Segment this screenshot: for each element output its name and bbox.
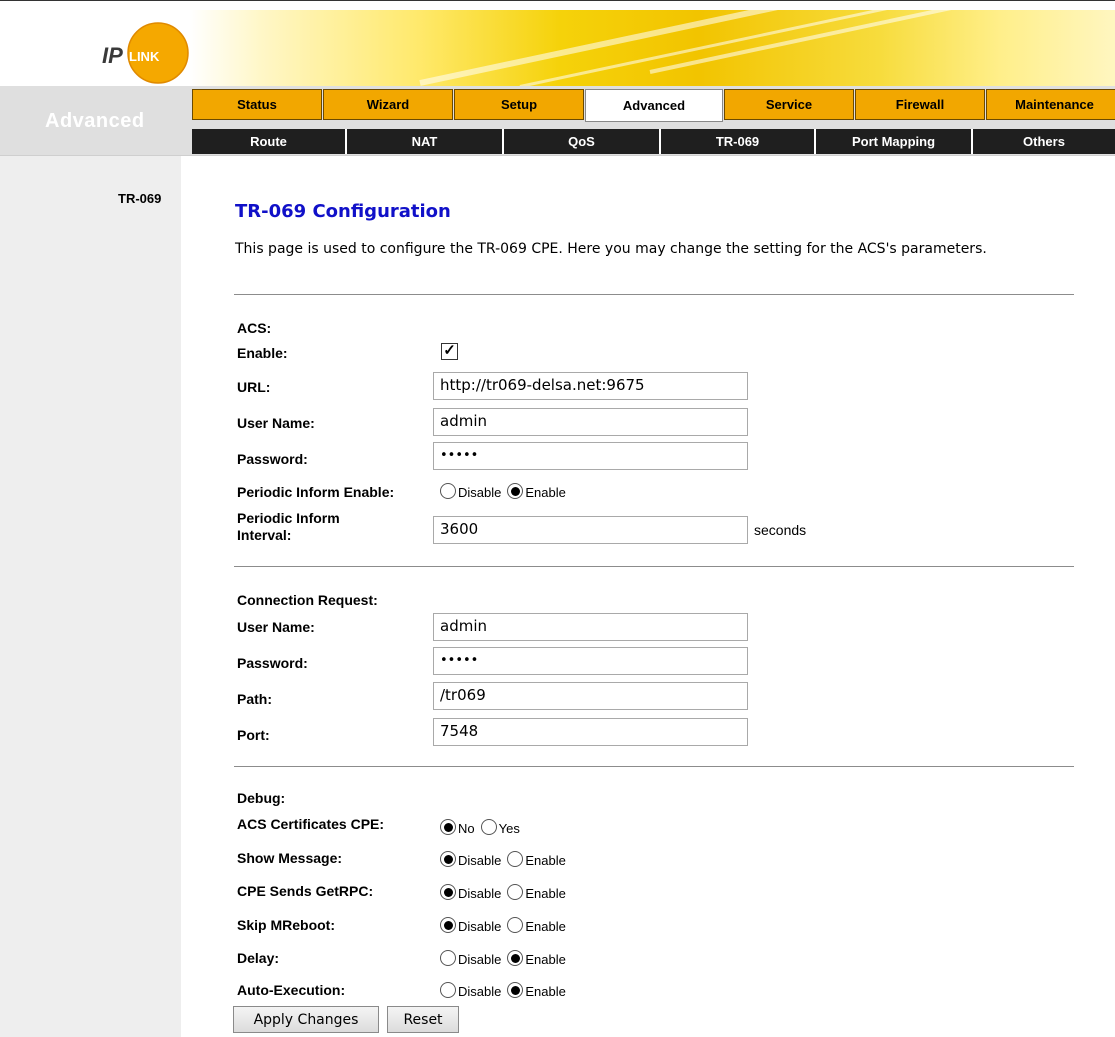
sub-tabs: Route NAT QoS TR-069 Port Mapping Others [192, 129, 1115, 154]
logo-ip-text: IP [102, 43, 123, 68]
radio-label: Disable [458, 853, 502, 868]
cpe-sends-getrpc-disable-radio[interactable] [440, 884, 456, 900]
radio-label: Enable [525, 853, 566, 868]
debug-acs-certificates-radio-group: No Yes [440, 818, 526, 836]
debug-cpe-sends-getrpc-radio-group: Disable Enable [440, 883, 572, 901]
debug-cpe-sends-getrpc-label: CPE Sends GetRPC: [237, 883, 374, 899]
skip-mreboot-enable-radio[interactable] [507, 917, 524, 933]
debug-delay-label: Delay: [237, 950, 280, 966]
radio-label: Enable [525, 952, 566, 967]
debug-auto-execution-radio-group: Disable Enable [440, 981, 572, 999]
debug-delay-radio-group: Disable Enable [440, 949, 572, 967]
radio-label: Disable [458, 984, 502, 999]
connection-request-heading: Connection Request: [237, 592, 378, 608]
acs-heading: ACS: [237, 320, 272, 336]
cr-path-label: Path: [237, 691, 272, 707]
skip-mreboot-disable-radio[interactable] [440, 917, 456, 933]
header-banner: IP LINK [0, 10, 1115, 86]
periodic-enable-radio-group: Disable Enable [440, 482, 572, 500]
radio-label: Yes [498, 821, 520, 836]
tab-firewall[interactable]: Firewall [855, 89, 985, 120]
debug-acs-certificates-label: ACS Certificates CPE: [237, 816, 385, 832]
acs-enable-label: Enable: [237, 345, 288, 361]
acs-enable-checkbox[interactable]: ✓ [441, 343, 458, 360]
tab-setup[interactable]: Setup [454, 89, 584, 120]
radio-label: Enable [525, 919, 566, 934]
periodic-interval-label-line2: Interval: [237, 527, 292, 543]
cr-username-input[interactable]: admin [433, 613, 748, 641]
cr-password-label: Password: [237, 655, 308, 671]
divider [234, 566, 1074, 567]
radio-label: Disable [458, 919, 502, 934]
radio-label: Enable [525, 886, 566, 901]
cpe-sends-getrpc-enable-radio[interactable] [507, 884, 524, 900]
sidebar-item-tr069[interactable]: TR-069 [118, 191, 161, 206]
left-panel [0, 86, 181, 1037]
subtab-route[interactable]: Route [192, 129, 347, 154]
subtab-tr069[interactable]: TR-069 [661, 129, 816, 154]
periodic-enable-disable-radio[interactable] [440, 483, 456, 499]
page-description: This page is used to configure the TR-06… [235, 241, 987, 257]
acs-certificates-no-radio[interactable] [440, 819, 456, 835]
section-title: Advanced [45, 110, 145, 132]
delay-enable-radio[interactable] [507, 950, 524, 966]
tab-service[interactable]: Service [724, 89, 854, 120]
tab-maintenance[interactable]: Maintenance [986, 89, 1115, 120]
periodic-enable-enable-radio[interactable] [507, 483, 524, 499]
periodic-interval-label-line1: Periodic Inform [237, 510, 340, 526]
iplink-logo: IP LINK [102, 22, 189, 84]
main-tabs: Status Wizard Setup Advanced Service Fir… [192, 89, 1115, 122]
auto-execution-enable-radio[interactable] [507, 982, 524, 998]
cr-port-input[interactable]: 7548 [433, 718, 748, 746]
auto-execution-disable-radio[interactable] [440, 982, 456, 998]
cr-port-label: Port: [237, 727, 270, 743]
reset-button[interactable]: Reset [387, 1006, 459, 1033]
apply-changes-button[interactable]: Apply Changes [233, 1006, 379, 1033]
acs-username-input[interactable]: admin [433, 408, 748, 436]
periodic-interval-input[interactable]: 3600 [433, 516, 748, 544]
cr-path-input[interactable]: /tr069 [433, 682, 748, 710]
tab-advanced[interactable]: Advanced [585, 89, 723, 122]
acs-password-label: Password: [237, 451, 308, 467]
acs-url-input[interactable]: http://tr069-delsa.net:9675 [433, 372, 748, 400]
subtab-qos[interactable]: QoS [504, 129, 661, 154]
logo-link-text: LINK [129, 49, 160, 64]
radio-label: Enable [525, 485, 566, 500]
acs-certificates-yes-radio[interactable] [480, 819, 497, 835]
show-message-enable-radio[interactable] [507, 851, 524, 867]
delay-disable-radio[interactable] [440, 950, 456, 966]
debug-skip-mreboot-radio-group: Disable Enable [440, 916, 572, 934]
tab-wizard[interactable]: Wizard [323, 89, 453, 120]
tab-status[interactable]: Status [192, 89, 322, 120]
periodic-enable-label: Periodic Inform Enable: [237, 484, 395, 500]
subtab-port-mapping[interactable]: Port Mapping [816, 129, 973, 154]
radio-label: No [458, 821, 475, 836]
divider [234, 294, 1074, 295]
debug-skip-mreboot-label: Skip MReboot: [237, 917, 335, 933]
debug-show-message-radio-group: Disable Enable [440, 850, 572, 868]
acs-username-label: User Name: [237, 415, 315, 431]
subtab-nat[interactable]: NAT [347, 129, 504, 154]
radio-label: Disable [458, 886, 502, 901]
acs-url-label: URL: [237, 379, 271, 395]
radio-label: Disable [458, 485, 502, 500]
acs-password-input[interactable]: ••••• [433, 442, 748, 470]
subtab-others[interactable]: Others [973, 129, 1115, 154]
debug-show-message-label: Show Message: [237, 850, 343, 866]
cr-password-input[interactable]: ••••• [433, 647, 748, 675]
debug-heading: Debug: [237, 790, 286, 806]
divider [234, 766, 1074, 767]
debug-auto-execution-label: Auto-Execution: [237, 982, 346, 998]
show-message-disable-radio[interactable] [440, 851, 456, 867]
radio-label: Disable [458, 952, 502, 967]
radio-label: Enable [525, 984, 566, 999]
cr-username-label: User Name: [237, 619, 315, 635]
periodic-interval-unit: seconds [754, 522, 807, 538]
top-border [0, 0, 1115, 10]
page-title: TR-069 Configuration [235, 201, 451, 222]
